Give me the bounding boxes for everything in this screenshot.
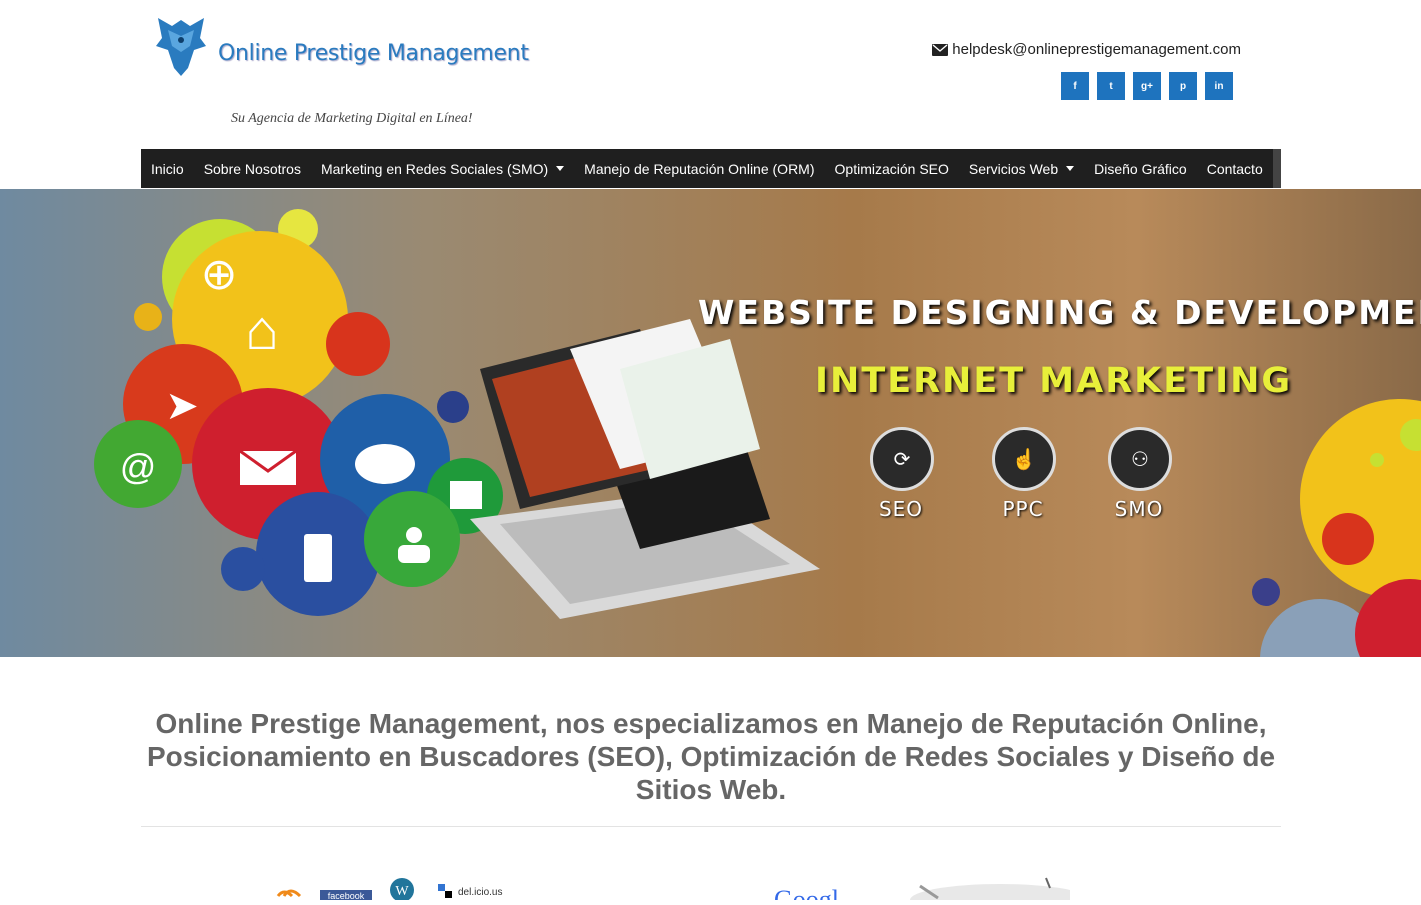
nav-end-block [1272, 149, 1281, 188]
social-network-icon: ⚇ [1108, 427, 1172, 491]
nav-label: Inicio [151, 160, 184, 177]
site-header: Online Prestige Management Su Agencia de… [0, 0, 1421, 149]
nav-item-sobre-nosotros[interactable]: Sobre Nosotros [194, 149, 311, 188]
nav-label: Contacto [1206, 160, 1263, 177]
banner-artwork: ⊕ ⌂ ➤ @ [94, 209, 1421, 657]
seo-chart-icon: ⟳ [870, 427, 934, 491]
brand-name: Online Prestige Management [218, 40, 529, 66]
nav-item-seo[interactable]: Optimización SEO [825, 149, 959, 188]
social-links: f t g+ p in [1061, 72, 1233, 100]
service-label: SMO [1114, 497, 1164, 521]
email-text: helpdesk@onlineprestigemanagement.com [952, 41, 1241, 58]
nav-item-inicio[interactable]: Inicio [141, 149, 194, 188]
service-label: PPC [1002, 497, 1044, 521]
nav-label: Marketing en Redes Sociales (SMO) [320, 160, 549, 177]
nav-item-orm[interactable]: Manejo de Reputación Online (ORM) [574, 149, 824, 188]
nav-item-servicios-web[interactable]: Servicios Web [959, 149, 1084, 188]
caret-down-icon [1066, 166, 1075, 171]
service-label: SEO [878, 497, 924, 521]
svg-text:⊕: ⊕ [201, 250, 238, 299]
site-logo[interactable]: Online Prestige Management [154, 16, 529, 76]
pinterest-icon[interactable]: p [1169, 72, 1197, 100]
touch-icon: ☝ [992, 427, 1056, 491]
nav-item-smo[interactable]: Marketing en Redes Sociales (SMO) [311, 149, 574, 188]
bookmark-logos-image: facebook W del.icio.us [276, 878, 502, 902]
nav-item-diseno-grafico[interactable]: Diseño Gráfico [1084, 149, 1197, 188]
envelope-icon [932, 43, 949, 56]
svg-text:➤: ➤ [165, 384, 199, 428]
contact-email[interactable]: helpdesk@onlineprestigemanagement.com [932, 41, 1241, 58]
main-nav: Inicio Sobre Nosotros Marketing en Redes… [141, 149, 1281, 188]
search-engines-image: Googl [774, 877, 1090, 905]
google-plus-icon[interactable]: g+ [1133, 72, 1161, 100]
svg-text:W: W [395, 884, 409, 899]
social-bookmark-strip: facebook W del.icio.us [270, 856, 530, 905]
service-ppc: ☝ PPC [992, 427, 1056, 521]
nav-label: Servicios Web [968, 160, 1059, 177]
divider [141, 826, 1281, 827]
page-headline: Online Prestige Management, nos especial… [146, 708, 1276, 805]
nav-label: Sobre Nosotros [203, 160, 301, 177]
linkedin-icon[interactable]: in [1205, 72, 1233, 100]
google-label: Googl [774, 885, 839, 900]
svg-text:@: @ [120, 446, 157, 487]
svg-text:⌂: ⌂ [245, 298, 279, 361]
banner-subtitle: INTERNET MARKETING [815, 361, 1293, 401]
nav-item-contacto[interactable]: Contacto [1197, 149, 1273, 188]
hero-banner: ⊕ ⌂ ➤ @ WEBSITE DESIGNING & DEVELOPMENT … [0, 189, 1421, 657]
banner-title: WEBSITE DESIGNING & DEVELOPMENT [698, 293, 1421, 332]
nav-label: Optimización SEO [834, 160, 949, 177]
nav-label: Manejo de Reputación Online (ORM) [584, 160, 815, 177]
laptop-illustration [470, 319, 820, 619]
twitter-icon[interactable]: t [1097, 72, 1125, 100]
caret-down-icon [556, 166, 565, 171]
search-engine-strip: Googl [770, 856, 1090, 905]
eagle-logo-icon [156, 18, 206, 76]
service-seo: ⟳ SEO [870, 427, 934, 521]
delicious-label: del.icio.us [458, 887, 502, 898]
facebook-label: facebook [328, 891, 365, 900]
tagline: Su Agencia de Marketing Digital en Línea… [231, 111, 473, 126]
nav-label: Diseño Gráfico [1094, 160, 1187, 177]
service-smo: ⚇ SMO [1108, 427, 1172, 521]
facebook-icon[interactable]: f [1061, 72, 1089, 100]
